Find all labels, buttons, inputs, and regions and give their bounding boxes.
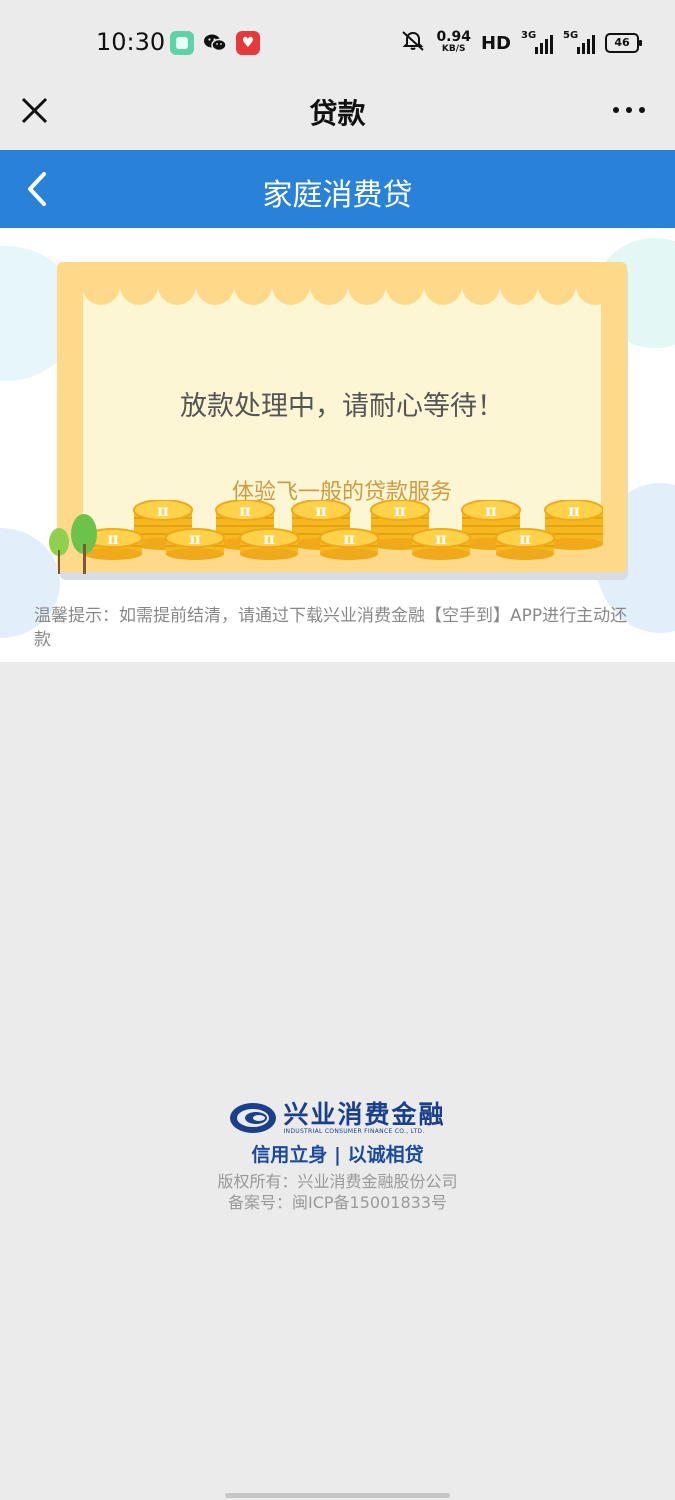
wechat-icon: [203, 31, 227, 55]
coin-label: π: [519, 529, 531, 548]
hd-indicator: HD: [480, 32, 511, 54]
tree-icon: [49, 514, 97, 574]
coin-label: π: [157, 501, 169, 520]
coin-label: π: [263, 529, 275, 548]
header-title: 家庭消费贷: [262, 178, 413, 213]
coin-label: π: [189, 529, 201, 548]
page-title: 贷款: [309, 97, 366, 130]
mute-icon: [400, 30, 426, 56]
coin-stacks-illustration: π π π π π π π π π π π π: [83, 500, 603, 561]
notification-app-icon: [170, 31, 194, 55]
app-header: 家庭消费贷: [0, 150, 675, 228]
more-options-button[interactable]: [613, 104, 645, 116]
company-name-en: INDUSTRIAL CONSUMER FINANCE CO., LTD.: [283, 1127, 425, 1135]
more-icon: [613, 107, 619, 113]
coin-label: π: [343, 529, 355, 548]
signal-sim2-icon: 5G: [563, 30, 595, 54]
icp-record: 备案号：闽ICP备15001833号: [228, 1193, 447, 1212]
home-indicator[interactable]: [225, 1493, 450, 1498]
signal-sim1-icon: 3G: [521, 30, 553, 54]
coin-label: π: [239, 501, 251, 520]
brand-slogan: 信用立身 | 以诚相贷: [251, 1144, 424, 1166]
company-logo-icon: [230, 1103, 277, 1133]
scallop-border: [83, 284, 601, 305]
company-name: 兴业消费金融: [283, 1099, 446, 1129]
loan-status-section: 放款处理中，请耐心等待！ 体验飞一般的贷款服务 π π π π π π π π …: [0, 228, 675, 662]
battery-icon: 46: [605, 33, 642, 53]
coin-label: π: [394, 501, 406, 520]
company-logo: 兴业消费金融 INDUSTRIAL CONSUMER FINANCE CO., …: [229, 1098, 445, 1138]
status-card: 放款处理中，请耐心等待！ 体验飞一般的贷款服务 π π π π π π π π …: [57, 262, 627, 572]
footer: 兴业消费金融 INDUSTRIAL CONSUMER FINANCE CO., …: [0, 1098, 675, 1213]
coin-label: π: [435, 529, 447, 548]
coin-label: π: [568, 501, 580, 520]
coin-label: π: [107, 529, 119, 548]
network-speed: 0.94 KB/S: [436, 29, 471, 54]
title-bar: 贷款: [0, 84, 675, 150]
status-indicators: 0.94 KB/S HD 3G 5G 46: [400, 29, 642, 56]
coin-label: π: [485, 501, 497, 520]
status-time: 10:30: [96, 28, 166, 56]
status-bar: 10:30 0.94 KB/S HD 3G: [0, 0, 675, 84]
repayment-tip: 温馨提示：如需提前结清，请通过下载兴业消费金融【空手到】APP进行主动还款: [34, 606, 628, 650]
shopping-app-icon: [236, 31, 260, 55]
processing-message: 放款处理中，请耐心等待！: [180, 391, 504, 422]
copyright-text: 版权所有：兴业消费金融股份公司: [217, 1172, 458, 1191]
coin-label: π: [315, 501, 327, 520]
